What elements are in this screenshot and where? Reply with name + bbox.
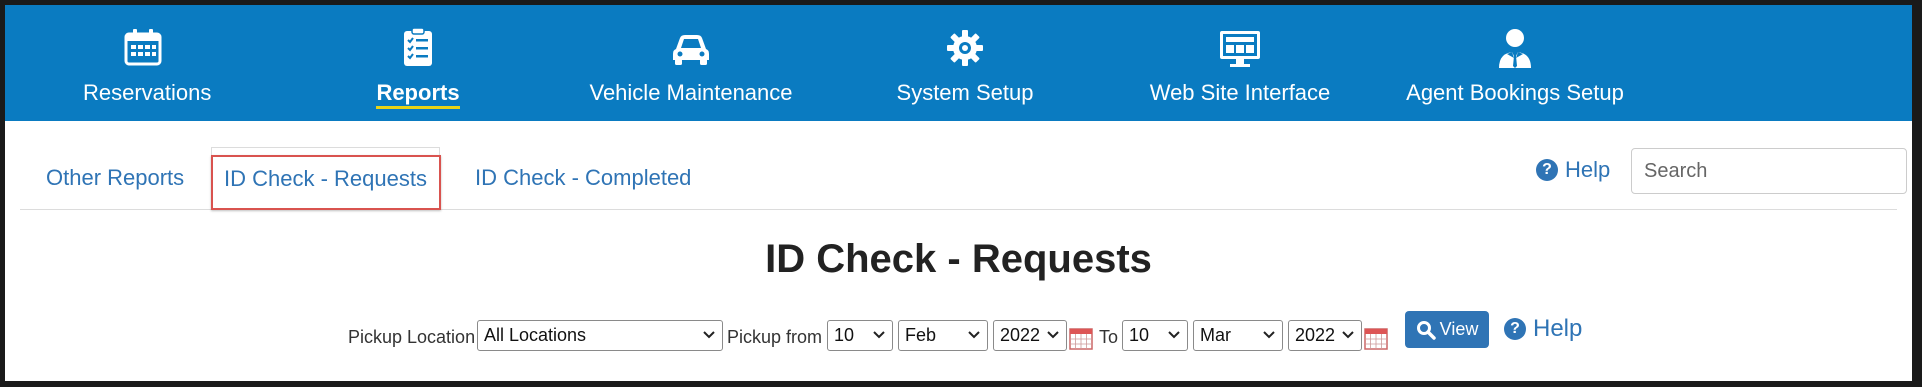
to-month-select[interactable]: Mar xyxy=(1193,320,1283,351)
chevron-down-icon xyxy=(1168,331,1180,339)
nav-reports[interactable]: Reports xyxy=(358,5,478,121)
nav-label-wrap: Reports xyxy=(358,80,478,109)
filter-bar: Pickup Location All Locations Pickup fro… xyxy=(5,320,1912,354)
from-month-select[interactable]: Feb xyxy=(898,320,988,351)
to-label: To xyxy=(1099,327,1119,347)
top-navigation: Reservations Reports Vehicle Maintenance… xyxy=(5,5,1912,121)
pickup-from-label: Pickup from xyxy=(727,327,823,347)
tab-id-check-requests[interactable]: ID Check - Requests xyxy=(211,147,440,209)
nav-label: Reports xyxy=(376,80,460,109)
to-day-select[interactable]: 10 xyxy=(1122,320,1188,351)
search-input[interactable] xyxy=(1631,148,1907,194)
pickup-location-label: Pickup Location xyxy=(348,327,476,347)
tab-other-reports[interactable]: Other Reports xyxy=(46,147,184,209)
search-icon xyxy=(1416,320,1436,340)
chevron-down-icon xyxy=(1047,331,1059,339)
car-icon xyxy=(668,25,714,71)
calendar-picker-icon[interactable] xyxy=(1069,326,1093,350)
tab-id-check-completed[interactable]: ID Check - Completed xyxy=(475,147,691,209)
pickup-location-select[interactable]: All Locations xyxy=(477,320,723,351)
help-link[interactable]: ? Help xyxy=(1536,157,1610,183)
nav-agent-bookings-setup[interactable]: Agent Bookings Setup xyxy=(1405,5,1625,121)
to-year-value: 2022 xyxy=(1295,325,1336,345)
nav-vehicle-maintenance[interactable]: Vehicle Maintenance xyxy=(589,5,793,121)
page-title: ID Check - Requests xyxy=(765,237,1152,281)
from-day-value: 10 xyxy=(834,325,855,345)
nav-label: System Setup xyxy=(896,80,1034,105)
chevron-down-icon xyxy=(873,331,885,339)
chevron-down-icon xyxy=(1342,331,1354,339)
chevron-down-icon xyxy=(703,331,715,339)
from-day-select[interactable]: 10 xyxy=(827,320,893,351)
nav-label: Vehicle Maintenance xyxy=(589,80,793,105)
chevron-down-icon xyxy=(1263,331,1275,339)
view-button[interactable]: View xyxy=(1405,311,1489,348)
to-year-select[interactable]: 2022 xyxy=(1288,320,1362,351)
from-year-value: 2022 xyxy=(1000,325,1041,345)
nav-label: Web Site Interface xyxy=(1149,80,1331,105)
report-tabs: Other Reports ID Check - Requests ID Che… xyxy=(20,147,1897,210)
app-window: Reservations Reports Vehicle Maintenance… xyxy=(5,5,1912,381)
gear-icon xyxy=(942,25,988,71)
help-label: Help xyxy=(1565,157,1611,182)
calendar-icon xyxy=(120,25,166,71)
calendar-picker-icon[interactable] xyxy=(1364,326,1388,350)
from-year-select[interactable]: 2022 xyxy=(993,320,1067,351)
agent-icon xyxy=(1492,25,1538,71)
view-label: View xyxy=(1439,319,1479,339)
clipboard-list-icon xyxy=(395,25,441,71)
pickup-location-value: All Locations xyxy=(484,325,587,345)
chevron-down-icon xyxy=(968,331,980,339)
nav-label: Agent Bookings Setup xyxy=(1406,80,1624,105)
to-month-value: Mar xyxy=(1200,325,1231,345)
from-month-value: Feb xyxy=(905,325,937,345)
nav-label: Reservations xyxy=(83,80,212,105)
nav-web-site-interface[interactable]: Web Site Interface xyxy=(1145,5,1335,121)
nav-reservations[interactable]: Reservations xyxy=(83,5,212,121)
help-label: Help xyxy=(1533,315,1583,342)
question-circle-icon: ? xyxy=(1504,318,1526,340)
question-circle-icon: ? xyxy=(1536,159,1558,181)
monitor-icon xyxy=(1217,25,1263,71)
filter-help-link[interactable]: ? Help xyxy=(1504,315,1582,343)
to-day-value: 10 xyxy=(1129,325,1150,345)
nav-system-setup[interactable]: System Setup xyxy=(895,5,1035,121)
